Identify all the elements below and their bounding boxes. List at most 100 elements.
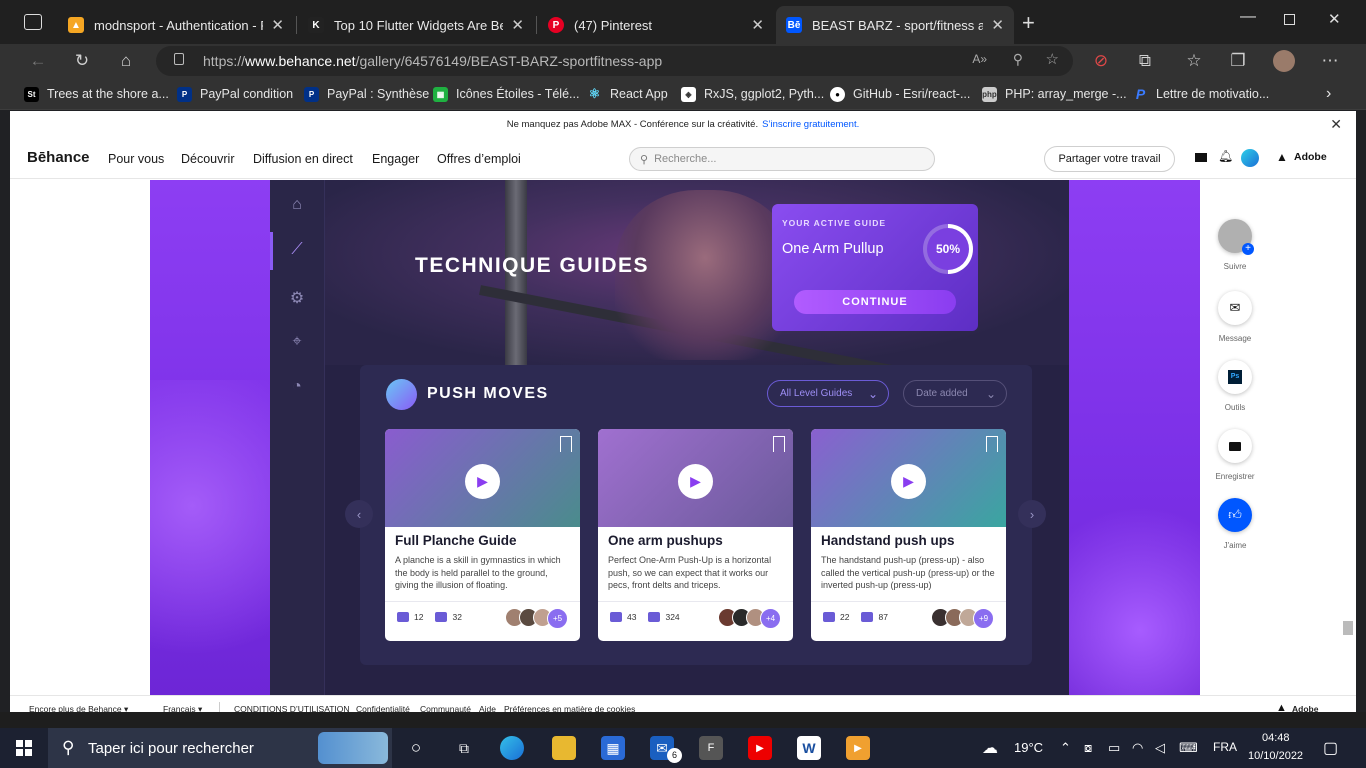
home-icon[interactable]: ⌂ xyxy=(113,48,139,74)
bell-icon[interactable]: 🔔︎ xyxy=(1218,149,1233,163)
taskbar-search-input[interactable]: ⚲ Taper ici pour rechercher xyxy=(48,728,392,768)
guide-card[interactable]: ▶ Full Planche Guide A planche is a skil… xyxy=(385,429,580,641)
favorites-icon[interactable]: ☆ xyxy=(1181,48,1207,74)
tray-keyboard-icon[interactable]: ⌨ xyxy=(1179,740,1198,756)
tab-pinterest[interactable]: P (47) Pinterest ✕ xyxy=(538,6,774,44)
play-icon[interactable]: ▶ xyxy=(891,464,926,499)
tray-chevron-icon[interactable]: ⌃ xyxy=(1060,740,1071,756)
bookmark-icones-etoiles[interactable]: ▦ Icônes Étoiles - Télé... xyxy=(433,84,579,104)
more-menu-icon[interactable]: ⋯ xyxy=(1317,48,1343,74)
file-explorer-icon[interactable] xyxy=(552,736,576,760)
pullup-icon[interactable]: ⟋ xyxy=(287,240,307,260)
extensions-icon[interactable]: ⧉ xyxy=(1132,48,1158,74)
back-icon[interactable]: ← xyxy=(25,48,51,74)
bookmark-icon[interactable] xyxy=(773,436,785,452)
adobe-label[interactable]: Adobe xyxy=(1294,151,1327,163)
task-view-icon[interactable]: ⧉ xyxy=(452,736,476,760)
rail-tools[interactable]: Ps Outils xyxy=(1217,360,1253,412)
photoshop-icon[interactable]: Ps xyxy=(1218,360,1252,394)
bookmark-lettre[interactable]: P Lettre de motivatio... xyxy=(1133,84,1269,104)
address-bar[interactable]: https://www.behance.net/gallery/64576149… xyxy=(156,46,1073,76)
thumbs-up-icon[interactable]: 👍︎ xyxy=(1218,498,1252,532)
chevron-right-icon[interactable]: › xyxy=(1326,84,1331,104)
bookmark-icon[interactable] xyxy=(560,436,572,452)
wordpress-app-icon[interactable]: W xyxy=(797,736,821,760)
bookmark-react-app[interactable]: ⚛ React App xyxy=(587,84,668,104)
tray-language[interactable]: FRA xyxy=(1213,740,1237,754)
blocked-extension-icon[interactable]: ⊘ xyxy=(1088,48,1114,74)
play-icon[interactable]: ▶ xyxy=(678,464,713,499)
rail-message[interactable]: ✉ Message xyxy=(1217,291,1253,343)
pie-chart-icon[interactable]: ◔ xyxy=(287,377,307,397)
f-app-icon[interactable]: F xyxy=(699,736,723,760)
read-aloud-icon[interactable]: A» xyxy=(972,52,987,66)
behance-logo[interactable]: Bēhance xyxy=(27,149,90,166)
youtube-icon[interactable]: ▶ xyxy=(748,736,772,760)
close-window-icon[interactable]: ✕ xyxy=(1328,10,1341,28)
behance-search-input[interactable]: ⚲ Recherche... xyxy=(629,147,935,171)
continue-button[interactable]: CONTINUE xyxy=(794,290,956,314)
close-tab-icon[interactable]: ✕ xyxy=(271,16,284,34)
bookmark-php[interactable]: php PHP: array_merge -... xyxy=(982,84,1127,104)
new-tab-icon[interactable]: + xyxy=(1022,10,1035,36)
nav-offres-emploi[interactable]: Offres d’emploi xyxy=(437,152,521,166)
bookmark-rxjs[interactable]: ◈ RxJS, ggplot2, Pyth... xyxy=(681,84,824,104)
refresh-icon[interactable]: ↻ xyxy=(69,48,95,74)
clock-date[interactable]: 10/10/2022 xyxy=(1248,750,1303,762)
tab-beast-barz[interactable]: Bē BEAST BARZ - sport/fitness app c ✕ xyxy=(776,6,1014,44)
tab-modnsport[interactable]: ▲ modnsport - Authentication - Fir ✕ xyxy=(58,6,294,44)
user-avatar[interactable] xyxy=(1241,149,1259,167)
level-filter-dropdown[interactable]: All Level Guides ⌄ xyxy=(767,380,889,407)
media-player-icon[interactable]: ▶ xyxy=(846,736,870,760)
carousel-next-icon[interactable]: › xyxy=(1018,500,1046,528)
zoom-icon[interactable]: ⚲ xyxy=(1013,51,1023,68)
carousel-prev-icon[interactable]: ‹ xyxy=(345,500,373,528)
close-tab-icon[interactable]: ✕ xyxy=(991,16,1004,34)
mail-icon[interactable] xyxy=(1195,153,1207,162)
tray-meet-icon[interactable]: ⧇ xyxy=(1084,740,1092,756)
tab-actions-icon[interactable] xyxy=(24,14,42,30)
rail-follow[interactable]: + Suivre xyxy=(1217,219,1254,271)
tray-volume-icon[interactable]: ◁ xyxy=(1155,740,1165,756)
page-scrollbar-thumb[interactable] xyxy=(1343,621,1353,635)
guide-card[interactable]: ▶ Handstand push ups The handstand push-… xyxy=(811,429,1006,641)
nav-engager[interactable]: Engager xyxy=(372,152,419,166)
bookmark-trees[interactable]: St Trees at the shore a... xyxy=(24,84,169,104)
clock-time[interactable]: 04:48 xyxy=(1262,732,1290,744)
close-tab-icon[interactable]: ✕ xyxy=(511,16,524,34)
weather-temp[interactable]: 19°C xyxy=(1014,740,1043,755)
tab-flutter[interactable]: K Top 10 Flutter Widgets Are Best ✕ xyxy=(298,6,534,44)
map-pin-icon[interactable]: ⌖ xyxy=(287,332,307,352)
rail-like[interactable]: 👍︎ J'aime xyxy=(1217,498,1253,550)
nav-pour-vous[interactable]: Pour vous xyxy=(108,152,164,166)
bookmark-github[interactable]: ● GitHub - Esri/react-... xyxy=(830,84,970,104)
nav-diffusion[interactable]: Diffusion en direct xyxy=(253,152,353,166)
tray-wifi-icon[interactable]: ◠ xyxy=(1132,740,1143,756)
mail-icon[interactable]: ✉ xyxy=(1218,291,1252,325)
maximize-window-icon[interactable] xyxy=(1284,14,1295,25)
date-filter-dropdown[interactable]: Date added ⌄ xyxy=(903,380,1007,407)
promo-link[interactable]: S’inscrire gratuitement. xyxy=(762,119,859,130)
guide-card[interactable]: ▶ One arm pushups Perfect One-Arm Push-U… xyxy=(598,429,793,641)
rail-save[interactable]: Enregistrer xyxy=(1215,429,1255,481)
avatar-icon[interactable]: + xyxy=(1218,219,1254,255)
bookmark-paypal-condition[interactable]: P PayPal condition xyxy=(177,84,293,104)
close-tab-icon[interactable]: ✕ xyxy=(751,16,764,34)
bookmark-icon[interactable] xyxy=(986,436,998,452)
tray-network-icon[interactable]: ▭ xyxy=(1108,740,1120,756)
store-icon[interactable]: ▦ xyxy=(601,736,625,760)
windows-start-icon[interactable] xyxy=(12,736,36,760)
minimize-window-icon[interactable]: — xyxy=(1240,8,1256,26)
close-promo-icon[interactable]: ✕ xyxy=(1330,116,1342,133)
cortana-icon[interactable]: ○ xyxy=(404,736,428,760)
bookmark-paypal-synthese[interactable]: P PayPal : Synthèse xyxy=(304,84,429,104)
home-icon[interactable]: ⌂ xyxy=(287,195,307,215)
share-work-button[interactable]: Partager votre travail xyxy=(1044,146,1175,172)
add-favorite-icon[interactable]: ☆ xyxy=(1046,50,1059,68)
adobe-logo-icon[interactable]: ▲ xyxy=(1276,150,1288,164)
profile-avatar-icon[interactable] xyxy=(1271,48,1297,74)
edge-icon[interactable] xyxy=(500,736,524,760)
folder-icon[interactable] xyxy=(1218,429,1252,463)
play-icon[interactable]: ▶ xyxy=(465,464,500,499)
gear-icon[interactable]: ⚙ xyxy=(287,288,307,308)
